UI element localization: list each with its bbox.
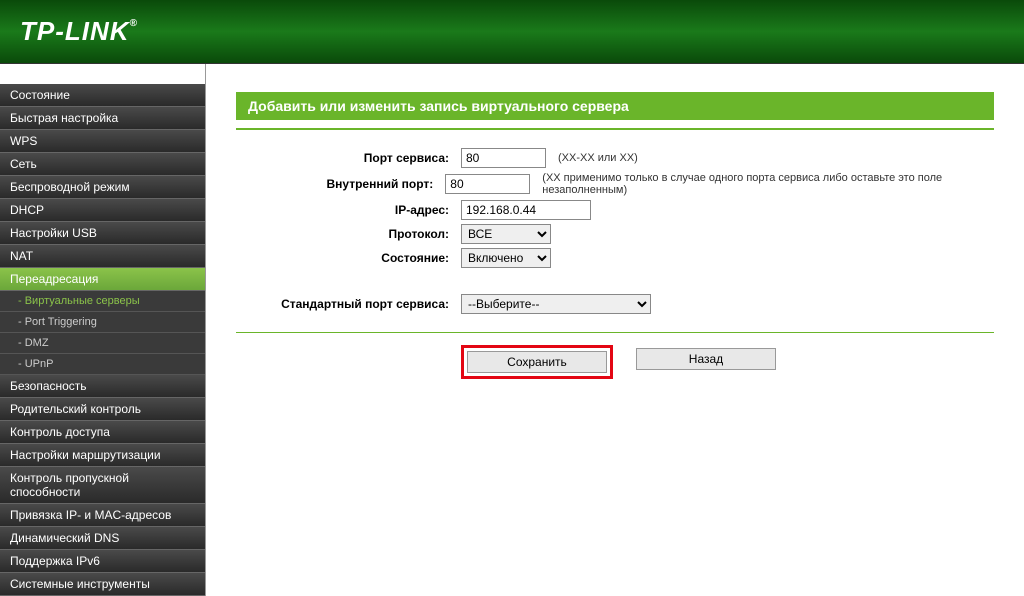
label-protocol: Протокол: <box>236 227 461 241</box>
help-internal-port: (XX применимо только в случае одного пор… <box>542 172 994 196</box>
divider-bottom <box>236 332 994 333</box>
sidebar-item-system-tools[interactable]: Системные инструменты <box>0 573 205 596</box>
brand-logo: TP-LINK® <box>20 16 138 47</box>
sidebar-item-wireless[interactable]: Беспроводной режим <box>0 176 205 199</box>
sidebar-item-ip-mac-binding[interactable]: Привязка IP- и MAC-адресов <box>0 504 205 527</box>
save-button-highlight: Сохранить <box>461 345 613 379</box>
sidebar-item-usb[interactable]: Настройки USB <box>0 222 205 245</box>
input-service-port[interactable] <box>461 148 546 168</box>
select-protocol[interactable]: ВСЕ <box>461 224 551 244</box>
help-service-port: (XX-XX или XX) <box>558 152 638 164</box>
sidebar-item-forwarding[interactable]: Переадресация <box>0 268 205 291</box>
sidebar-item-bandwidth[interactable]: Контроль пропускной способности <box>0 467 205 504</box>
sidebar-sub-dmz[interactable]: - DMZ <box>0 333 205 354</box>
row-ip-address: IP-адрес: <box>236 200 994 220</box>
sidebar-item-status[interactable]: Состояние <box>0 84 205 107</box>
row-state: Состояние: Включено <box>236 248 994 268</box>
sidebar-item-network[interactable]: Сеть <box>0 153 205 176</box>
divider-top <box>236 128 994 130</box>
sidebar-item-ipv6[interactable]: Поддержка IPv6 <box>0 550 205 573</box>
sidebar-sub-port-triggering[interactable]: - Port Triggering <box>0 312 205 333</box>
label-ip-address: IP-адрес: <box>236 203 461 217</box>
row-std-port: Стандартный порт сервиса: --Выберите-- <box>236 294 994 314</box>
sidebar-nav: Состояние Быстрая настройка WPS Сеть Бес… <box>0 64 206 596</box>
sidebar-item-routing[interactable]: Настройки маршрутизации <box>0 444 205 467</box>
label-internal-port: Внутренний порт: <box>236 177 445 191</box>
label-service-port: Порт сервиса: <box>236 151 461 165</box>
sidebar-sub-virtual-servers[interactable]: - Виртуальные серверы <box>0 291 205 312</box>
sidebar-sub-upnp[interactable]: - UPnP <box>0 354 205 375</box>
page-title: Добавить или изменить запись виртуальног… <box>236 92 994 120</box>
sidebar-item-wps[interactable]: WPS <box>0 130 205 153</box>
sidebar-item-access-control[interactable]: Контроль доступа <box>0 421 205 444</box>
label-state: Состояние: <box>236 251 461 265</box>
label-std-port: Стандартный порт сервиса: <box>236 297 461 311</box>
row-internal-port: Внутренний порт: (XX применимо только в … <box>236 172 994 196</box>
save-button[interactable]: Сохранить <box>467 351 607 373</box>
brand-text: TP-LINK <box>20 16 130 46</box>
input-ip-address[interactable] <box>461 200 591 220</box>
input-internal-port[interactable] <box>445 174 530 194</box>
sidebar-item-security[interactable]: Безопасность <box>0 375 205 398</box>
sidebar-item-quick-setup[interactable]: Быстрая настройка <box>0 107 205 130</box>
select-state[interactable]: Включено <box>461 248 551 268</box>
sidebar-item-dhcp[interactable]: DHCP <box>0 199 205 222</box>
button-row: Сохранить Назад <box>236 345 994 379</box>
app-header: TP-LINK® <box>0 0 1024 64</box>
select-std-port[interactable]: --Выберите-- <box>461 294 651 314</box>
back-button[interactable]: Назад <box>636 348 776 370</box>
sidebar-item-parental[interactable]: Родительский контроль <box>0 398 205 421</box>
row-service-port: Порт сервиса: (XX-XX или XX) <box>236 148 994 168</box>
row-protocol: Протокол: ВСЕ <box>236 224 994 244</box>
main-content: Добавить или изменить запись виртуальног… <box>206 64 1024 596</box>
back-button-wrap: Назад <box>633 345 779 379</box>
sidebar-item-nat[interactable]: NAT <box>0 245 205 268</box>
sidebar-item-ddns[interactable]: Динамический DNS <box>0 527 205 550</box>
